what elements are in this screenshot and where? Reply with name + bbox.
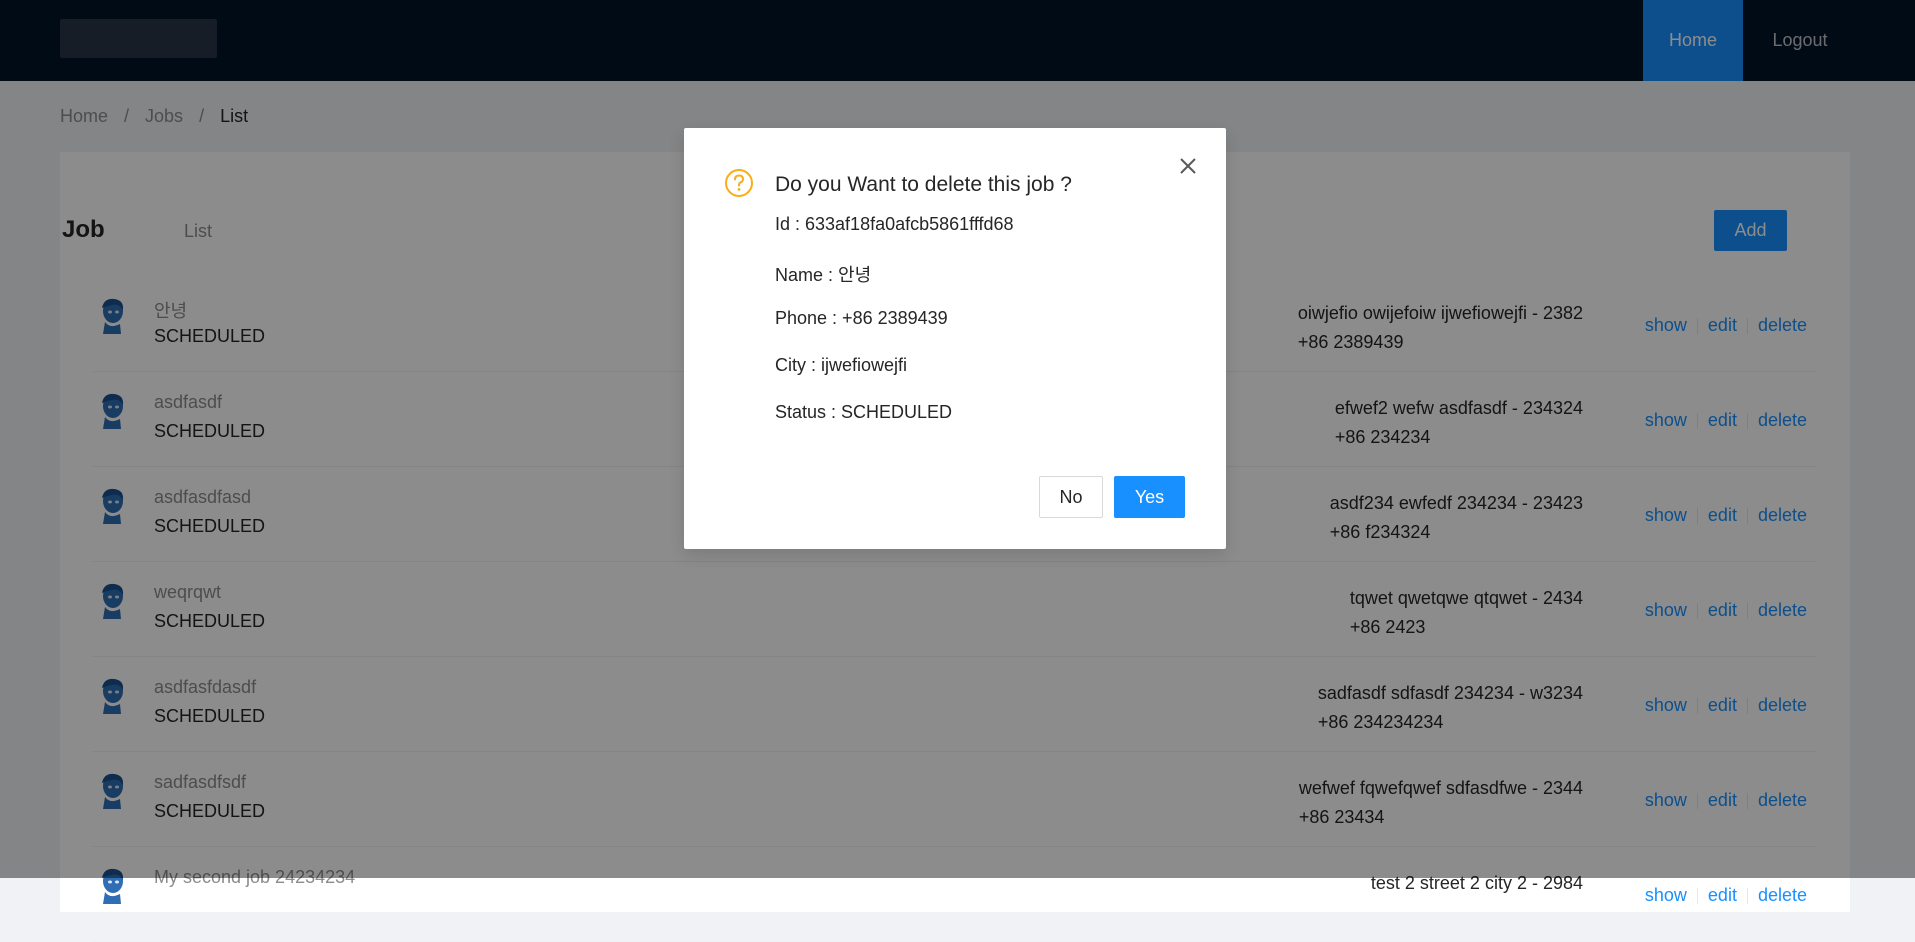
row-actions: show edit delete xyxy=(1645,885,1807,906)
question-circle-icon xyxy=(725,169,753,197)
modal-body: Id : 633af18fa0afcb5861fffd68 Name : 안녕 … xyxy=(775,214,1014,449)
job-name-line: Name : 안녕 xyxy=(775,265,872,285)
edit-link[interactable]: edit xyxy=(1708,885,1737,906)
job-phone-line: Phone : +86 2389439 xyxy=(775,308,948,328)
yes-button[interactable]: Yes xyxy=(1114,476,1185,518)
no-button[interactable]: No xyxy=(1039,476,1103,518)
action-divider xyxy=(1746,887,1748,904)
close-icon[interactable] xyxy=(1176,154,1200,178)
action-divider xyxy=(1696,887,1698,904)
job-id-line: Id : 633af18fa0afcb5861fffd68 xyxy=(775,214,1014,234)
show-link[interactable]: show xyxy=(1645,885,1687,906)
modal-title: Do you Want to delete this job ? xyxy=(775,173,1072,196)
job-city-line: City : ijwefiowejfi xyxy=(775,355,908,375)
delete-confirm-modal: Do you Want to delete this job ? Id : 63… xyxy=(684,128,1226,549)
delete-link[interactable]: delete xyxy=(1758,885,1807,906)
job-status-line: Status : SCHEDULED xyxy=(775,402,953,422)
